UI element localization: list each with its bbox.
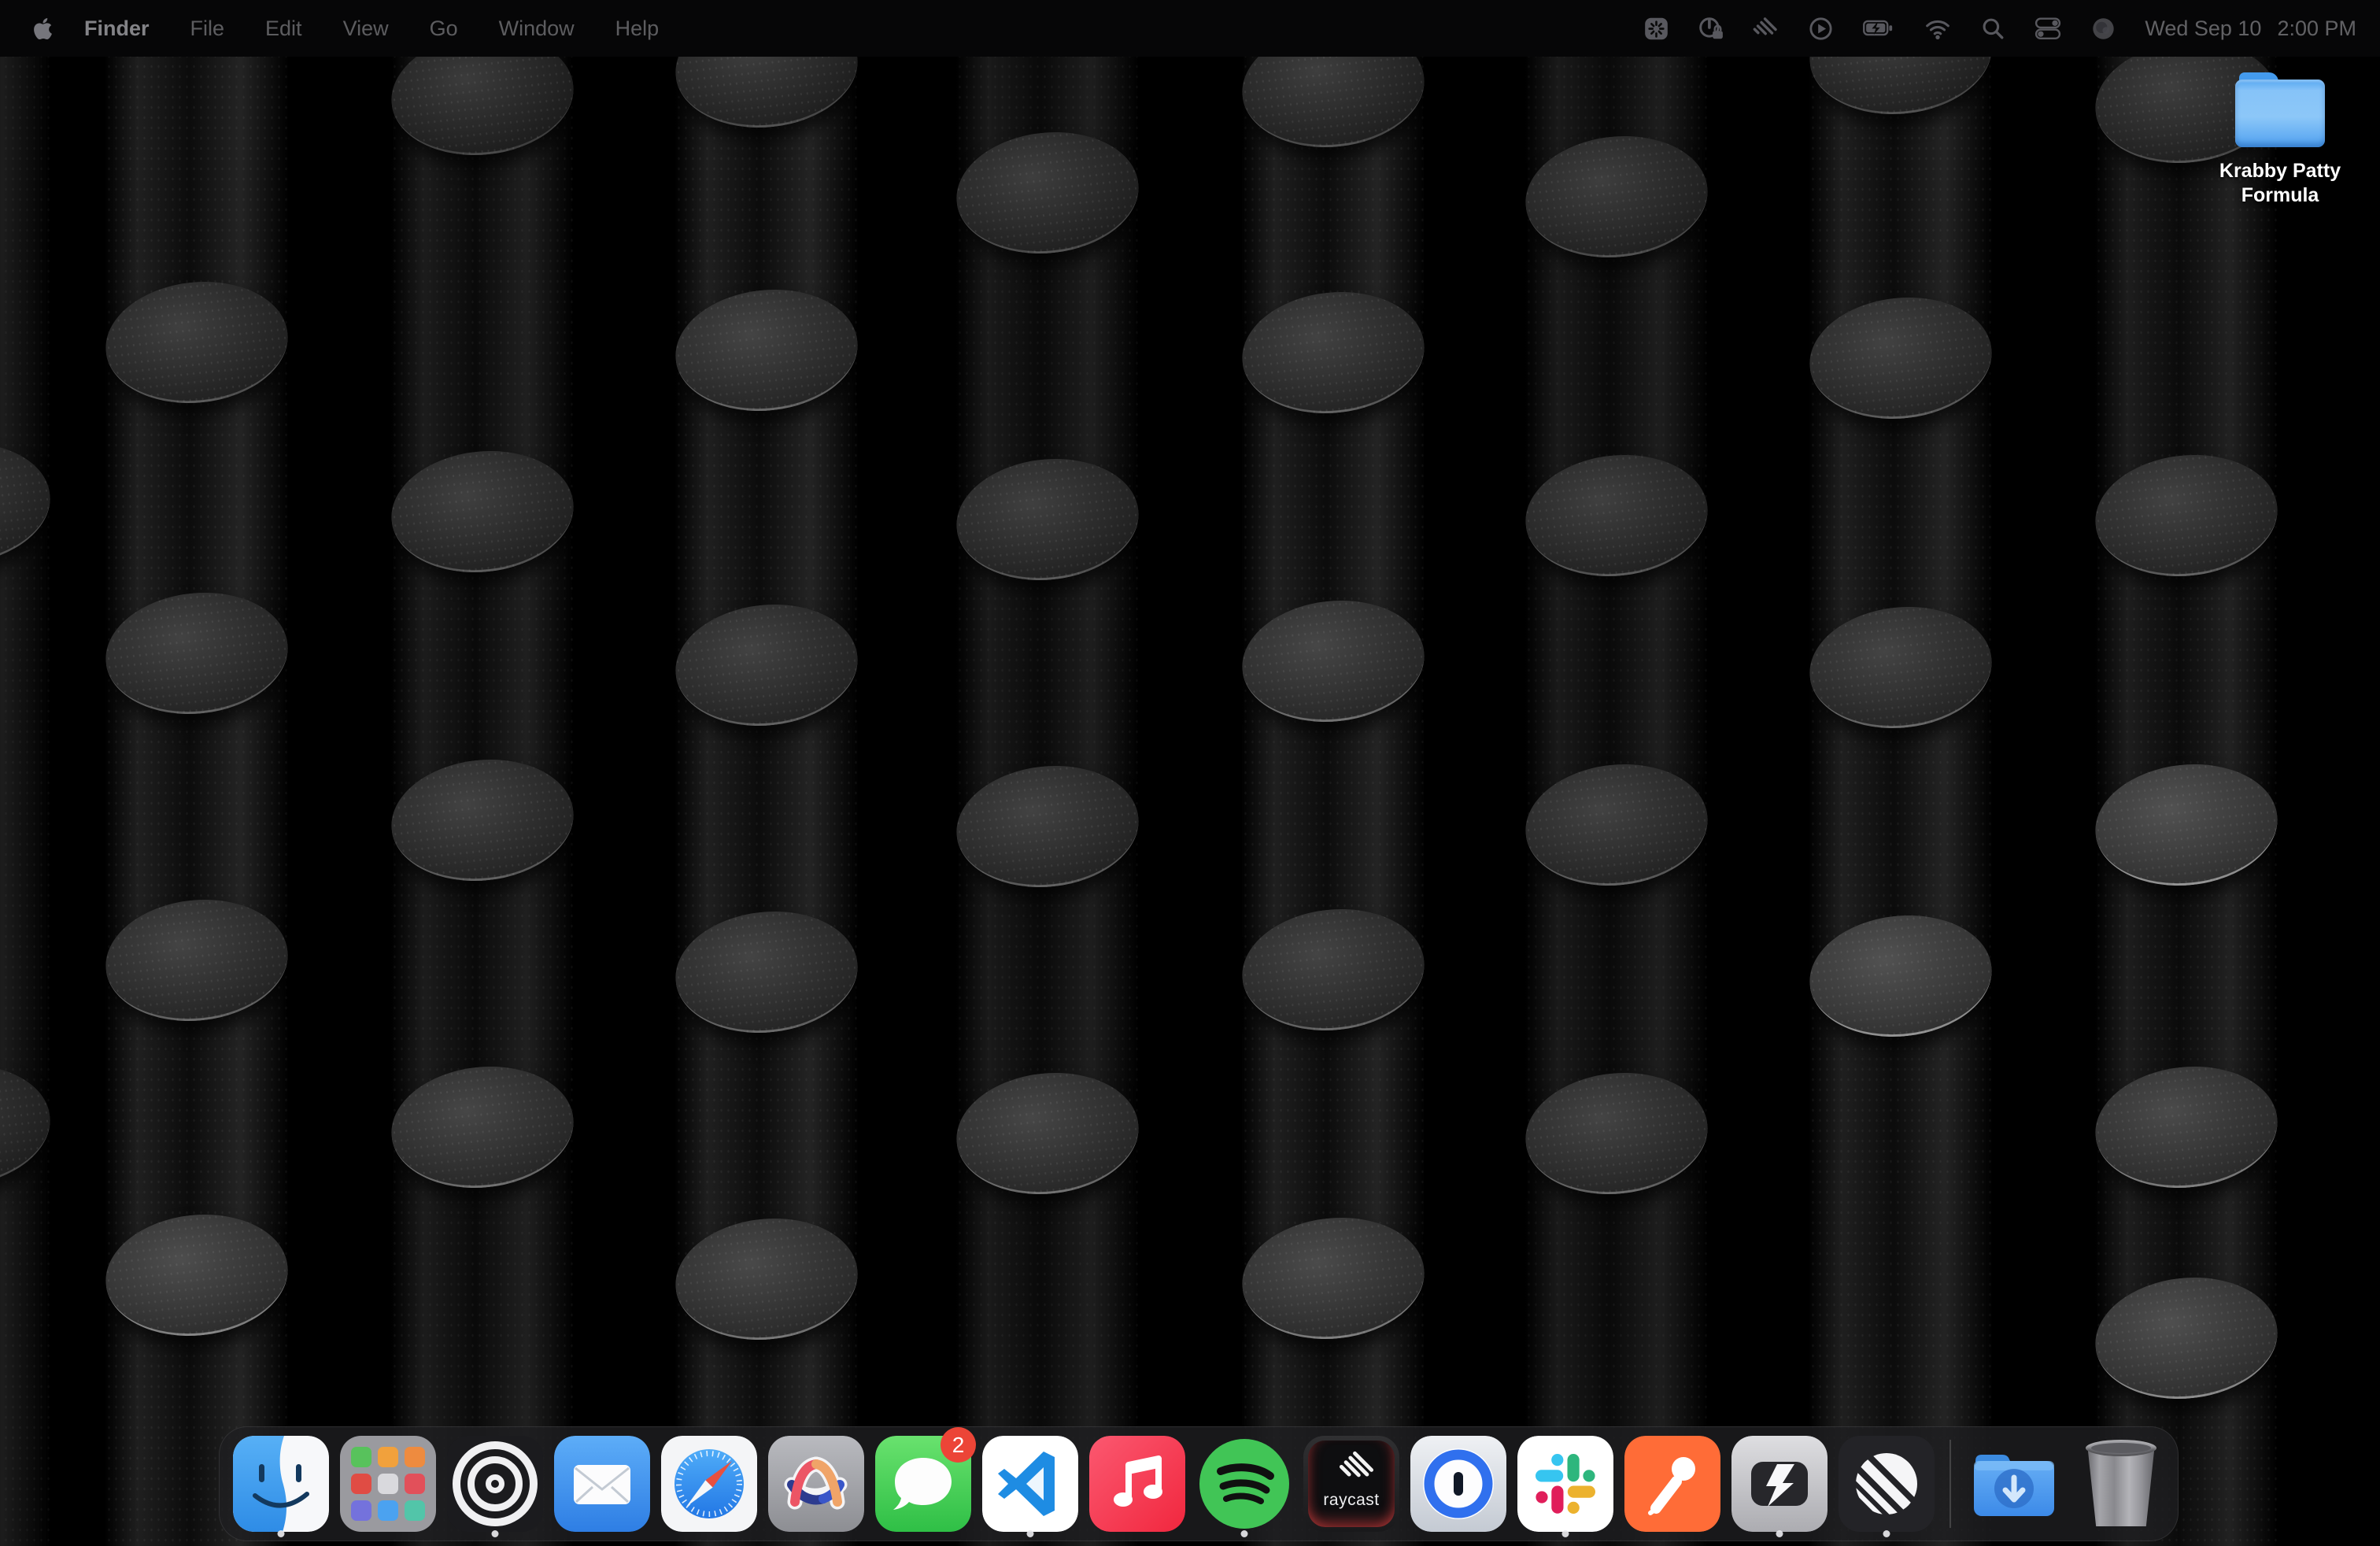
dock-app-spotify[interactable] bbox=[1196, 1429, 1292, 1539]
macos-desktop: { "menu_bar": { "app_name": "Finder", "m… bbox=[0, 0, 2380, 1546]
onepassword-icon bbox=[1410, 1436, 1506, 1532]
menu-item-window[interactable]: Window bbox=[479, 0, 595, 57]
status-icons bbox=[1643, 15, 2116, 42]
menu-item-file[interactable]: File bbox=[170, 0, 246, 57]
dock-app-finder[interactable] bbox=[233, 1429, 329, 1539]
dock-app-onepassword[interactable] bbox=[1410, 1429, 1506, 1539]
running-indicator-dot bbox=[1883, 1530, 1890, 1537]
safari-icon bbox=[661, 1436, 757, 1532]
menu-item-go[interactable]: Go bbox=[409, 0, 479, 57]
wifi-icon[interactable] bbox=[1924, 16, 1952, 41]
folder-icon bbox=[2234, 72, 2326, 150]
menu-app-name[interactable]: Finder bbox=[64, 0, 170, 57]
dock-app-downloads[interactable] bbox=[1966, 1429, 2062, 1539]
menu-item-help[interactable]: Help bbox=[595, 0, 680, 57]
control-center-icon[interactable] bbox=[2034, 16, 2062, 41]
dock-app-music[interactable] bbox=[1089, 1429, 1185, 1539]
menu-items: FileEditViewGoWindowHelp bbox=[170, 0, 680, 57]
dock-app-safari[interactable] bbox=[661, 1429, 757, 1539]
dock-app-linear[interactable] bbox=[1839, 1429, 1935, 1539]
running-indicator-dot bbox=[278, 1530, 285, 1537]
dock-app-launchpad[interactable] bbox=[340, 1429, 436, 1539]
desktop-wallpaper bbox=[0, 0, 2380, 1546]
running-indicator-dot bbox=[1776, 1530, 1783, 1537]
running-indicator-dot bbox=[1562, 1530, 1569, 1537]
linear-icon bbox=[1839, 1436, 1935, 1532]
battery-charging-icon[interactable] bbox=[1862, 17, 1895, 40]
menu-item-view[interactable]: View bbox=[323, 0, 409, 57]
menu-item-edit[interactable]: Edit bbox=[245, 0, 323, 57]
notification-badge: 2 bbox=[941, 1427, 976, 1463]
apple-menu-icon[interactable] bbox=[33, 17, 53, 41]
dock-app-lmstudio[interactable] bbox=[1731, 1429, 1828, 1539]
dock-app-slack[interactable] bbox=[1517, 1429, 1613, 1539]
rewind-icon bbox=[447, 1436, 543, 1532]
folder-label: Krabby Patty Formula bbox=[2197, 159, 2363, 207]
wallpaper-pillar bbox=[0, 0, 50, 1546]
postman-icon bbox=[1624, 1436, 1720, 1532]
trash-icon bbox=[2073, 1436, 2169, 1532]
siri-icon[interactable] bbox=[2090, 16, 2116, 42]
menu-bar: Finder FileEditViewGoWindowHelp Wed Sep … bbox=[0, 0, 2380, 57]
dock-app-rewind[interactable] bbox=[447, 1429, 543, 1539]
menu-bar-clock[interactable]: Wed Sep 10 2:00 PM bbox=[2145, 17, 2356, 41]
spotlight-search-icon[interactable] bbox=[1980, 16, 2005, 41]
dock-app-mail[interactable] bbox=[554, 1429, 650, 1539]
dock-app-raycast[interactable]: raycast bbox=[1303, 1429, 1399, 1539]
raycast-menubar-icon[interactable] bbox=[1753, 15, 1779, 42]
music-icon bbox=[1089, 1436, 1185, 1532]
running-indicator-dot bbox=[1027, 1530, 1034, 1537]
clock-time: 2:00 PM bbox=[2277, 17, 2356, 41]
raycast-label: raycast bbox=[1308, 1491, 1395, 1510]
mail-icon bbox=[554, 1436, 650, 1532]
dock-app-arc[interactable] bbox=[768, 1429, 864, 1539]
running-indicator-dot bbox=[492, 1530, 499, 1537]
dock: 2 raycast bbox=[219, 1426, 2179, 1541]
downloads-icon bbox=[1966, 1436, 2062, 1532]
clock-date: Wed Sep 10 bbox=[2145, 17, 2261, 41]
now-playing-icon[interactable] bbox=[1808, 16, 1834, 42]
menu-bar-left: Finder FileEditViewGoWindowHelp bbox=[24, 0, 679, 57]
slack-icon bbox=[1517, 1436, 1613, 1532]
dock-app-messages[interactable]: 2 bbox=[875, 1429, 971, 1539]
desktop-folder-krabby-patty-formula[interactable]: Krabby Patty Formula bbox=[2197, 72, 2363, 207]
launchpad-icon bbox=[340, 1436, 436, 1532]
dock-app-vscode[interactable] bbox=[982, 1429, 1078, 1539]
running-indicator-dot bbox=[1241, 1530, 1248, 1537]
dock-app-trash[interactable] bbox=[2073, 1429, 2169, 1539]
dock-app-postman[interactable] bbox=[1624, 1429, 1720, 1539]
lmstudio-icon bbox=[1731, 1436, 1828, 1532]
dock-divider bbox=[1949, 1440, 1951, 1528]
lock-timer-icon[interactable] bbox=[1698, 15, 1724, 42]
spotify-icon bbox=[1196, 1436, 1292, 1532]
vscode-icon bbox=[982, 1436, 1078, 1532]
wallpaper-pillar bbox=[1809, 0, 1992, 1546]
arc-icon bbox=[768, 1436, 864, 1532]
starburst-app-icon[interactable] bbox=[1643, 16, 1669, 42]
menu-bar-status: Wed Sep 10 2:00 PM bbox=[1643, 15, 2356, 42]
raycast-icon: raycast bbox=[1303, 1436, 1399, 1532]
finder-icon bbox=[233, 1436, 329, 1532]
